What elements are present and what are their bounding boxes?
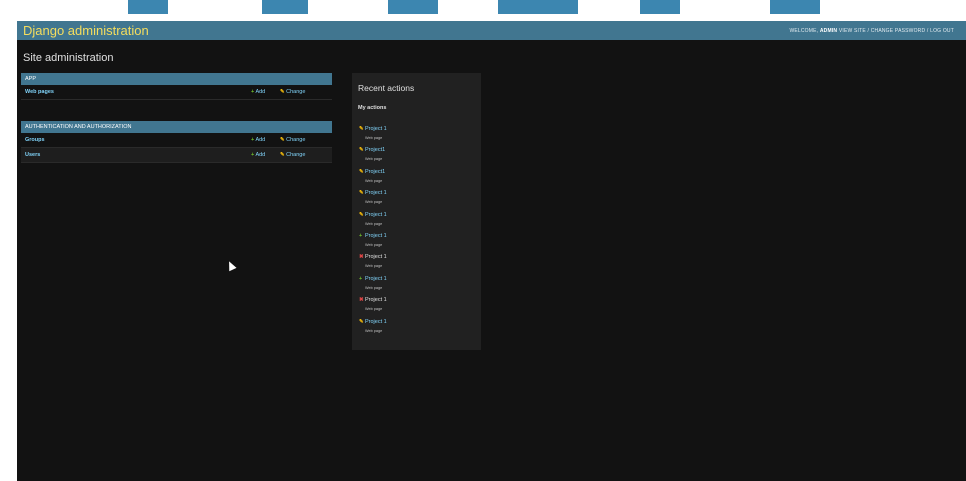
recent-action-title[interactable]: Project1: [365, 147, 385, 153]
change-button[interactable]: ✎ Change: [280, 152, 305, 158]
add-button[interactable]: + Add: [251, 89, 265, 95]
module-caption[interactable]: APP: [21, 73, 332, 85]
recent-action-title[interactable]: Project 1: [365, 126, 387, 132]
plus-icon: +: [251, 89, 255, 95]
table-row: Groups + Add ✎ Change: [21, 133, 332, 148]
watermark-band: [388, 0, 438, 14]
recent-action-title[interactable]: Project 1: [365, 190, 387, 196]
recent-action-title[interactable]: Project 1: [365, 319, 387, 325]
add-button[interactable]: + Add: [251, 137, 265, 143]
recent-action-title[interactable]: Project 1: [365, 233, 387, 239]
recent-action-title: Project 1: [365, 254, 387, 261]
recent-action-item[interactable]: + Project 1 Web page: [352, 224, 481, 247]
watermark-band: [262, 0, 308, 14]
view-site-link[interactable]: VIEW SITE: [839, 28, 866, 34]
username: ADMIN: [819, 27, 838, 34]
recent-action-item[interactable]: + Project 1 Web page: [352, 267, 481, 290]
change-button[interactable]: ✎ Change: [280, 89, 305, 95]
user-tools: WELCOME, ADMIN VIEW SITE / CHANGE PASSWO…: [789, 27, 954, 34]
table-row: Users + Add ✎ Change: [21, 148, 332, 163]
add-button[interactable]: + Add: [251, 152, 265, 158]
change-password-link[interactable]: CHANGE PASSWORD: [871, 28, 926, 34]
table-row: Web pages + Add ✎ Change: [21, 85, 332, 100]
recent-actions-title: Recent actions: [358, 83, 415, 93]
watermark-band: [640, 0, 680, 14]
recent-action-item[interactable]: ✎Project 1 Web page: [352, 203, 481, 226]
watermark-band: [128, 0, 168, 14]
recent-action-item: ✖Project 1 Web page: [352, 288, 481, 311]
recent-action-title: Project 1: [365, 297, 387, 304]
recent-action-item: ✖Project 1 Web page: [352, 245, 481, 268]
change-button[interactable]: ✎ Change: [280, 137, 305, 143]
recent-action-item[interactable]: ✎Project1 Web page: [352, 138, 481, 161]
module-app: APP Web pages + Add ✎ Change: [21, 73, 332, 100]
page-title: Site administration: [23, 52, 114, 64]
watermark-band: [770, 0, 820, 14]
pencil-icon: ✎: [280, 152, 285, 158]
recent-action-item[interactable]: ✎Project 1 Web page: [352, 310, 481, 333]
actions-list: ✎Project 1 Web page ✎Project1 Web page ✎Proj…: [352, 117, 481, 333]
log-out-link[interactable]: LOG OUT: [930, 28, 954, 34]
model-link-web-pages[interactable]: Web pages: [21, 89, 54, 95]
recent-action-item[interactable]: ✎Project 1 Web page: [352, 181, 481, 204]
recent-action-item[interactable]: ✎Project1 Web page: [352, 160, 481, 183]
plus-icon: +: [251, 152, 255, 158]
recent-action-title[interactable]: Project 1: [365, 276, 387, 282]
recent-action-title[interactable]: Project1: [365, 169, 385, 175]
mouse-cursor: [225, 259, 237, 272]
recent-action-item[interactable]: ✎Project 1 Web page: [352, 117, 481, 140]
welcome-text: WELCOME,: [789, 27, 820, 34]
pencil-icon: ✎: [280, 89, 285, 95]
pencil-icon: ✎: [280, 137, 285, 143]
plus-icon: +: [251, 137, 255, 143]
module-caption[interactable]: AUTHENTICATION AND AUTHORIZATION: [21, 121, 332, 133]
my-actions-subtitle: My actions: [358, 105, 387, 111]
model-link-users[interactable]: Users: [21, 152, 40, 158]
recent-action-content-type: Web page: [365, 328, 383, 333]
admin-window: Django administration WELCOME, ADMIN VIE…: [17, 21, 966, 481]
header: Django administration WELCOME, ADMIN VIE…: [17, 21, 966, 40]
recent-actions-panel: Recent actions My actions ✎Project 1 Web …: [352, 73, 481, 350]
module-auth: AUTHENTICATION AND AUTHORIZATION Groups …: [21, 121, 332, 163]
recent-action-title[interactable]: Project 1: [365, 212, 387, 218]
site-brand[interactable]: Django administration: [23, 23, 149, 38]
model-link-groups[interactable]: Groups: [21, 137, 45, 143]
watermark-band: [498, 0, 578, 14]
